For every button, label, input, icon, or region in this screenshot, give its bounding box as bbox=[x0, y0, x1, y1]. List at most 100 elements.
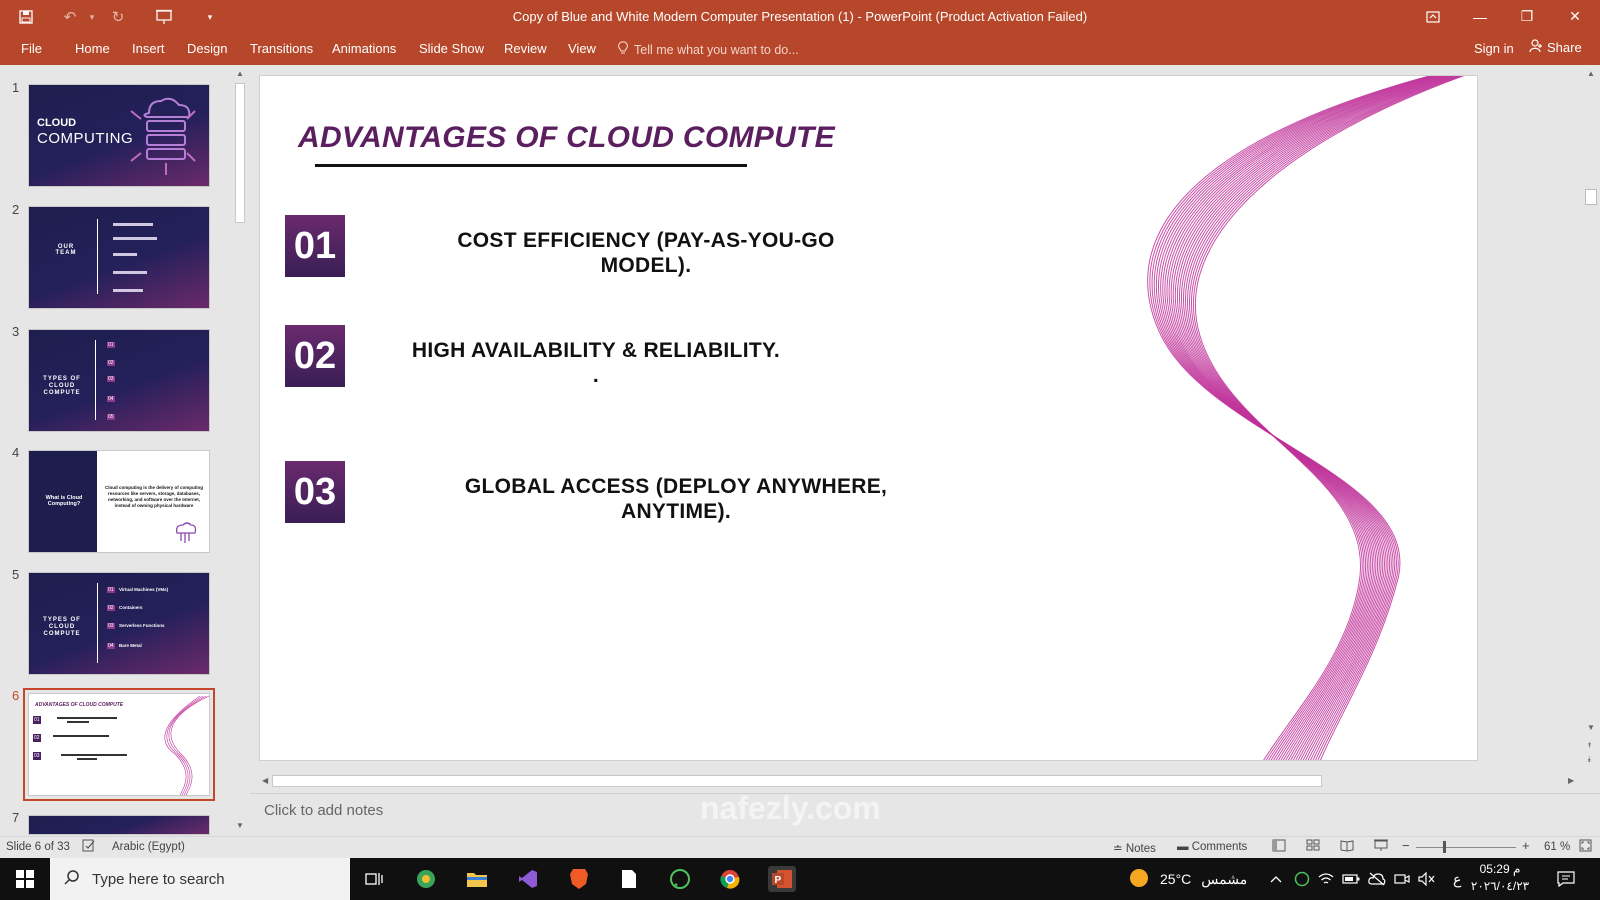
vertical-scroll-thumb[interactable] bbox=[1585, 189, 1597, 205]
spell-check-icon[interactable] bbox=[82, 839, 96, 855]
reading-view-icon[interactable] bbox=[1340, 839, 1354, 855]
brave-browser-icon[interactable] bbox=[565, 866, 593, 892]
zoom-in-icon[interactable]: + bbox=[1522, 838, 1530, 853]
scroll-up-icon[interactable]: ▲ bbox=[1587, 69, 1595, 78]
tab-home[interactable]: Home bbox=[71, 39, 114, 58]
clock-time: 05:29 م bbox=[1479, 862, 1521, 876]
zoom-level[interactable]: 61 % bbox=[1544, 841, 1570, 853]
horizontal-scroll-thumb[interactable] bbox=[272, 775, 1322, 787]
wifi-icon[interactable] bbox=[1318, 858, 1334, 900]
slide-vertical-scrollbar[interactable]: ▲ ▼ ⯭ ⯯ bbox=[1582, 67, 1600, 767]
share-button[interactable]: Share bbox=[1529, 39, 1582, 56]
notifications-icon[interactable] bbox=[1557, 858, 1575, 900]
slide-sorter-icon[interactable] bbox=[1306, 839, 1320, 855]
language-indicator[interactable]: Arabic (Egypt) bbox=[112, 841, 185, 853]
start-slideshow-icon[interactable] bbox=[152, 6, 176, 28]
comment-icon: ▬ bbox=[1177, 841, 1192, 853]
file-explorer-icon[interactable] bbox=[463, 866, 491, 892]
thumb4-body: Cloud computing is the delivery of compu… bbox=[104, 485, 203, 508]
slide-thumbnail-7[interactable] bbox=[28, 815, 210, 835]
tell-me-box[interactable]: Tell me what you want to do... bbox=[618, 41, 799, 58]
next-slide-icon[interactable]: ⯯ bbox=[1587, 755, 1592, 765]
whatsapp-icon[interactable] bbox=[666, 866, 694, 892]
powerpoint-icon[interactable]: P bbox=[768, 866, 796, 892]
current-slide[interactable]: ADVANTAGES OF CLOUD COMPUTE 01 COST EFFI… bbox=[260, 76, 1477, 760]
windows-start-icon[interactable] bbox=[0, 858, 50, 900]
slide-title[interactable]: ADVANTAGES OF CLOUD COMPUTE bbox=[298, 121, 835, 155]
close-icon[interactable]: ✕ bbox=[1551, 0, 1599, 33]
undo-dropdown-icon[interactable]: ▾ bbox=[80, 6, 104, 28]
normal-view-icon[interactable] bbox=[1272, 839, 1286, 855]
comments-button[interactable]: ▬ Comments bbox=[1177, 841, 1247, 853]
tab-slide-show[interactable]: Slide Show bbox=[415, 39, 488, 58]
wave-line-graphic bbox=[1147, 76, 1465, 760]
number-box[interactable]: 01 bbox=[285, 215, 345, 277]
show-hidden-icons[interactable] bbox=[1270, 858, 1282, 900]
scroll-up-icon[interactable]: ▲ bbox=[236, 69, 244, 78]
thumbnail-scroll-thumb[interactable] bbox=[235, 83, 245, 223]
previous-slide-icon[interactable]: ⯭ bbox=[1587, 741, 1592, 751]
browser-icon[interactable] bbox=[412, 866, 440, 892]
scroll-down-icon[interactable]: ▼ bbox=[236, 821, 244, 830]
advantage-text[interactable]: COST EFFICIENCY (PAY-AS-YOU-GO MODEL). bbox=[436, 228, 856, 278]
tab-design[interactable]: Design bbox=[183, 39, 231, 58]
thumbnail-number: 4 bbox=[12, 445, 20, 460]
scroll-down-icon[interactable]: ▼ bbox=[1587, 723, 1595, 732]
tab-view[interactable]: View bbox=[564, 39, 600, 58]
volume-muted-icon[interactable] bbox=[1418, 858, 1436, 900]
chrome-icon[interactable] bbox=[716, 866, 744, 892]
slide-thumbnail-2[interactable]: OUR TEAM bbox=[28, 206, 210, 309]
slide-horizontal-scrollbar[interactable]: ◀ ▶ bbox=[260, 773, 1579, 789]
zoom-slider[interactable] bbox=[1416, 847, 1516, 848]
slide-thumbnail-4[interactable]: What is Cloud Computing? Cloud computing… bbox=[28, 450, 210, 553]
number-box[interactable]: 03 bbox=[285, 461, 345, 523]
tab-file[interactable]: File bbox=[17, 39, 46, 58]
whatsapp-tray-icon[interactable] bbox=[1294, 858, 1310, 900]
scroll-right-icon[interactable]: ▶ bbox=[1568, 776, 1574, 785]
cloud-sync-icon[interactable] bbox=[1368, 858, 1386, 900]
slide-thumbnail-1[interactable]: CLOUD COMPUTING bbox=[28, 84, 210, 187]
tab-animations[interactable]: Animations bbox=[328, 39, 400, 58]
tab-review[interactable]: Review bbox=[500, 39, 551, 58]
minimize-icon[interactable]: — bbox=[1457, 0, 1503, 33]
zoom-slider-thumb[interactable] bbox=[1443, 841, 1446, 853]
wave-line bbox=[1172, 76, 1449, 760]
slide-thumbnail-6[interactable]: ADVANTAGES OF CLOUD COMPUTE 01 02 03 bbox=[23, 688, 215, 801]
redo-icon[interactable]: ↻ bbox=[106, 6, 130, 28]
undo-icon[interactable]: ↶ bbox=[58, 6, 82, 28]
notes-placeholder[interactable]: Click to add notes bbox=[264, 802, 383, 819]
ribbon-display-options-icon[interactable] bbox=[1410, 0, 1456, 33]
restore-icon[interactable]: ❐ bbox=[1504, 0, 1550, 33]
sign-in-link[interactable]: Sign in bbox=[1474, 41, 1514, 56]
weather-widget[interactable]: 25°C مشمس bbox=[1128, 858, 1247, 900]
system-clock[interactable]: 05:29 م ٢٠٢٦/٠٤/٢٣ bbox=[1465, 861, 1535, 895]
number-box[interactable]: 02 bbox=[285, 325, 345, 387]
taskbar-search-box[interactable]: Type here to search bbox=[50, 858, 350, 900]
slideshow-view-icon[interactable] bbox=[1374, 839, 1388, 855]
scroll-left-icon[interactable]: ◀ bbox=[262, 776, 268, 785]
save-icon[interactable] bbox=[14, 6, 38, 28]
tab-transitions[interactable]: Transitions bbox=[246, 39, 317, 58]
meet-now-icon[interactable] bbox=[1394, 858, 1410, 900]
customize-toolbar-icon[interactable]: ▾ bbox=[198, 6, 222, 28]
zoom-out-icon[interactable]: − bbox=[1402, 838, 1410, 853]
slide-thumbnail-3[interactable]: TYPES OF CLOUD COMPUTE 01 02 03 04 05 bbox=[28, 329, 210, 432]
task-view-icon[interactable] bbox=[360, 866, 388, 892]
document-icon[interactable] bbox=[615, 866, 643, 892]
thumbnail-scrollbar[interactable]: ▲ ▼ bbox=[233, 67, 247, 835]
title-underline bbox=[315, 164, 747, 167]
wave-line bbox=[1194, 76, 1465, 760]
fit-slide-icon[interactable] bbox=[1579, 839, 1592, 855]
visual-studio-icon[interactable] bbox=[514, 866, 542, 892]
tab-insert[interactable]: Insert bbox=[128, 39, 169, 58]
notes-button[interactable]: ≐ Notes bbox=[1113, 841, 1156, 855]
notes-pane[interactable]: Click to add notes bbox=[250, 793, 1600, 835]
battery-icon[interactable] bbox=[1342, 858, 1360, 900]
advantage-text[interactable]: HIGH AVAILABILITY & RELIABILITY. . bbox=[386, 338, 806, 388]
svg-text:P: P bbox=[775, 875, 782, 886]
advantage-text[interactable]: GLOBAL ACCESS (DEPLOY ANYWHERE, ANYTIME)… bbox=[446, 474, 906, 524]
slide-thumbnail-pane: 1 CLOUD COMPUTING 2 OUR TEAM 3 TYPES OF … bbox=[0, 65, 248, 836]
notes-label: Notes bbox=[1125, 843, 1156, 855]
input-language[interactable]: ع bbox=[1453, 858, 1461, 900]
slide-thumbnail-5[interactable]: TYPES OF CLOUD COMPUTE 01 Virtual Machin… bbox=[28, 572, 210, 675]
